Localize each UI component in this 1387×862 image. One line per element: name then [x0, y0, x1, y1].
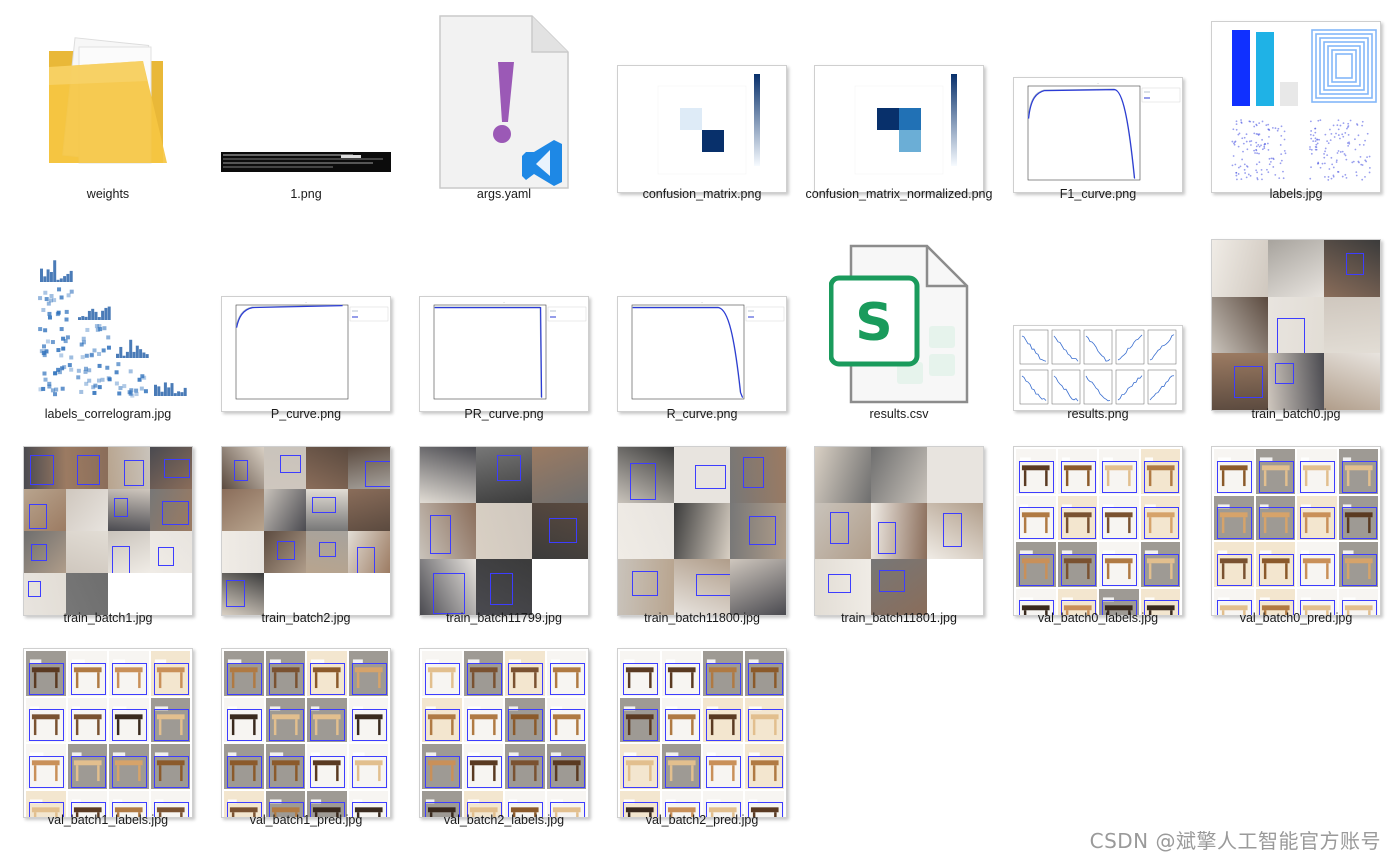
file-name-label: labels.jpg	[1269, 187, 1323, 201]
file-item[interactable]: val_batch0_labels.jpg	[1008, 430, 1188, 646]
file-name-label: confusion_matrix_normalized.png	[805, 187, 993, 201]
csdn-watermark: CSDN @斌擎人工智能官方账号	[1089, 829, 1381, 853]
file-name-label: weights	[86, 187, 130, 201]
file-thumbnail	[18, 226, 198, 422]
file-name-label: train_batch1.jpg	[63, 611, 153, 625]
file-item[interactable]: train_batch11800.jpg	[612, 430, 792, 646]
file-item[interactable]: val_batch0_pred.jpg	[1206, 430, 1386, 646]
file-thumbnail: .	[612, 226, 792, 422]
file-item[interactable]: val_batch2_pred.jpg	[612, 632, 792, 848]
file-name-label: P_curve.png	[270, 407, 342, 421]
file-name-label: results.csv	[869, 407, 929, 421]
svg-text:.: .	[1097, 80, 1098, 85]
file-thumbnail	[1206, 4, 1386, 200]
svg-text:.: .	[701, 299, 702, 304]
file-name-label: train_batch11799.jpg	[446, 611, 562, 625]
vscode-file-icon	[439, 15, 569, 189]
file-item[interactable]: . PR_curve.png	[414, 226, 594, 442]
file-item[interactable]: val_batch1_pred.jpg	[216, 632, 396, 848]
file-item[interactable]: train_batch11799.jpg	[414, 430, 594, 646]
file-name-label: results.png	[1067, 407, 1129, 421]
file-item[interactable]: val_batch2_labels.jpg	[414, 632, 594, 848]
file-name-label: val_batch0_pred.jpg	[1239, 611, 1353, 625]
file-thumbnail: S	[809, 226, 989, 422]
svg-text:.: .	[305, 299, 306, 304]
file-name-label: labels_correlogram.jpg	[44, 407, 172, 421]
file-item[interactable]: val_batch1_labels.jpg	[18, 632, 198, 848]
file-name-label: val_batch0_labels.jpg	[1037, 611, 1159, 625]
file-thumbnail	[1008, 430, 1188, 626]
file-thumbnail	[18, 4, 198, 200]
file-item[interactable]: train_batch1.jpg	[18, 430, 198, 646]
file-item[interactable]: confusion_matrix_normalized.png	[806, 4, 992, 222]
file-thumbnail	[809, 430, 989, 626]
file-thumbnail	[1206, 430, 1386, 626]
file-thumbnail	[216, 4, 396, 200]
file-thumbnail	[18, 632, 198, 828]
file-thumbnail	[612, 632, 792, 828]
svg-text:.: .	[503, 299, 504, 304]
svg-text:S: S	[855, 293, 892, 353]
file-thumbnail	[414, 632, 594, 828]
folder-icon	[49, 37, 167, 164]
file-thumbnail: .	[216, 226, 396, 422]
file-name-label: val_batch2_pred.jpg	[645, 813, 759, 827]
file-thumbnail	[216, 632, 396, 828]
file-name-label: train_batch11801.jpg	[841, 611, 957, 625]
file-item[interactable]: . R_curve.png	[612, 226, 792, 442]
file-item[interactable]: S results.csv	[809, 226, 989, 442]
file-thumbnail	[414, 4, 594, 200]
spreadsheet-file-icon: S	[829, 244, 969, 404]
file-thumbnail	[18, 430, 198, 626]
file-item[interactable]: labels.jpg	[1206, 4, 1386, 222]
file-name-label: train_batch0.jpg	[1251, 407, 1341, 421]
file-thumbnail	[612, 4, 792, 200]
file-item[interactable]: . P_curve.png	[216, 226, 396, 442]
file-thumbnail	[1206, 226, 1386, 422]
file-name-label: val_batch1_labels.jpg	[47, 813, 169, 827]
file-thumbnail	[612, 430, 792, 626]
file-name-label: 1.png	[290, 187, 322, 201]
file-item[interactable]: labels_correlogram.jpg	[18, 226, 198, 442]
file-name-label: R_curve.png	[666, 407, 738, 421]
file-thumbnail: .	[414, 226, 594, 422]
file-thumbnail: .	[1008, 4, 1188, 200]
file-item[interactable]: args.yaml	[414, 4, 594, 222]
file-item[interactable]: . F1_curve.png	[1008, 4, 1188, 222]
file-item[interactable]: train_batch2.jpg	[216, 430, 396, 646]
file-name-label: args.yaml	[476, 187, 532, 201]
file-item[interactable]: 1.png	[216, 4, 396, 222]
file-item[interactable]: confusion_matrix.png	[612, 4, 792, 222]
file-name-label: train_batch2.jpg	[261, 611, 351, 625]
file-item[interactable]: train_batch11801.jpg	[809, 430, 989, 646]
file-name-label: train_batch11800.jpg	[644, 611, 760, 625]
file-name-label: PR_curve.png	[464, 407, 544, 421]
file-thumbnail	[216, 430, 396, 626]
file-name-label: confusion_matrix.png	[642, 187, 762, 201]
file-item[interactable]: weights	[18, 4, 198, 222]
file-thumbnail	[809, 4, 989, 200]
file-name-label: F1_curve.png	[1059, 187, 1137, 201]
file-item[interactable]: train_batch0.jpg	[1206, 226, 1386, 442]
file-name-label: val_batch1_pred.jpg	[249, 813, 363, 827]
file-thumbnail	[414, 430, 594, 626]
file-name-label: val_batch2_labels.jpg	[443, 813, 565, 827]
file-thumbnail	[1008, 226, 1188, 422]
file-item[interactable]: results.png	[1008, 226, 1188, 442]
